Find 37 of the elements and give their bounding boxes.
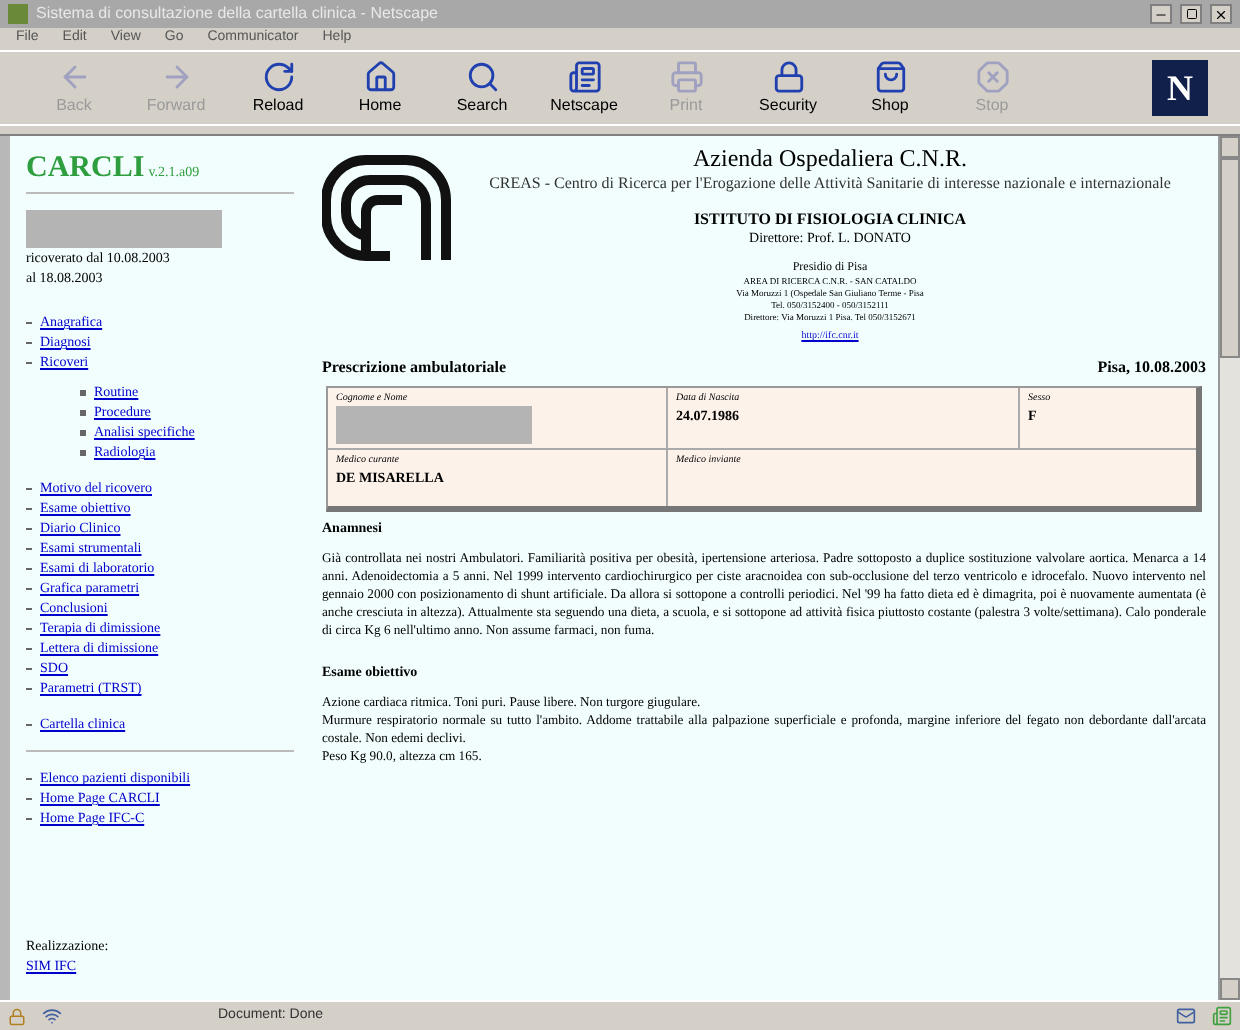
minimize-button[interactable] xyxy=(1150,4,1172,24)
bullet-icon xyxy=(80,429,86,435)
toolbar-button[interactable]: Shop xyxy=(848,59,932,117)
bag-icon xyxy=(873,59,907,93)
institute-name: ISTITUTO DI FISIOLOGIA CLINICA xyxy=(693,210,967,230)
search-icon xyxy=(465,59,499,93)
close-button[interactable] xyxy=(1210,4,1232,24)
reload-icon xyxy=(261,59,295,93)
document-title: Prescrizione ambulatoriale xyxy=(322,356,507,380)
toolbar-button[interactable]: Reload xyxy=(236,59,320,117)
printer-icon xyxy=(669,59,703,93)
institution-logo xyxy=(322,152,454,264)
centre-subtitle: CREAS - Centro di Ricerca per l'Erogazione delle Attività Sanitarie di interesse nazionale e internazionale xyxy=(487,174,1173,194)
bullet-icon xyxy=(80,449,86,455)
document-date: Pisa, 10.08.2003 xyxy=(1097,356,1206,380)
newspaper-icon xyxy=(1212,1006,1232,1026)
maximize-icon xyxy=(1185,8,1197,20)
window-title: Sistema di consultazione della cartella clinica - Netscape xyxy=(36,2,440,26)
newspaper-icon xyxy=(567,59,601,93)
bullet-icon xyxy=(80,389,86,395)
close-icon xyxy=(1214,7,1228,21)
lock-icon xyxy=(771,59,805,93)
hospital-title: Azienda Ospedaliera C.N.R. xyxy=(693,144,967,174)
lock-icon xyxy=(8,1007,26,1025)
app-icon xyxy=(8,4,28,24)
bullet-icon xyxy=(80,409,86,415)
toolbar-button[interactable]: Netscape xyxy=(542,59,626,117)
toolbar-button[interactable]: Search xyxy=(440,59,524,117)
app-name: CARCLI xyxy=(26,152,145,184)
mail-icon xyxy=(1176,1006,1196,1026)
connection-icon xyxy=(42,1006,62,1026)
toolbar-button[interactable]: Home xyxy=(338,59,422,117)
house-icon xyxy=(363,59,397,93)
toolbar-button[interactable]: Security xyxy=(746,59,830,117)
stop-icon xyxy=(975,59,1009,93)
maximize-button[interactable] xyxy=(1180,4,1202,24)
netscape-logo: N xyxy=(1152,60,1208,116)
